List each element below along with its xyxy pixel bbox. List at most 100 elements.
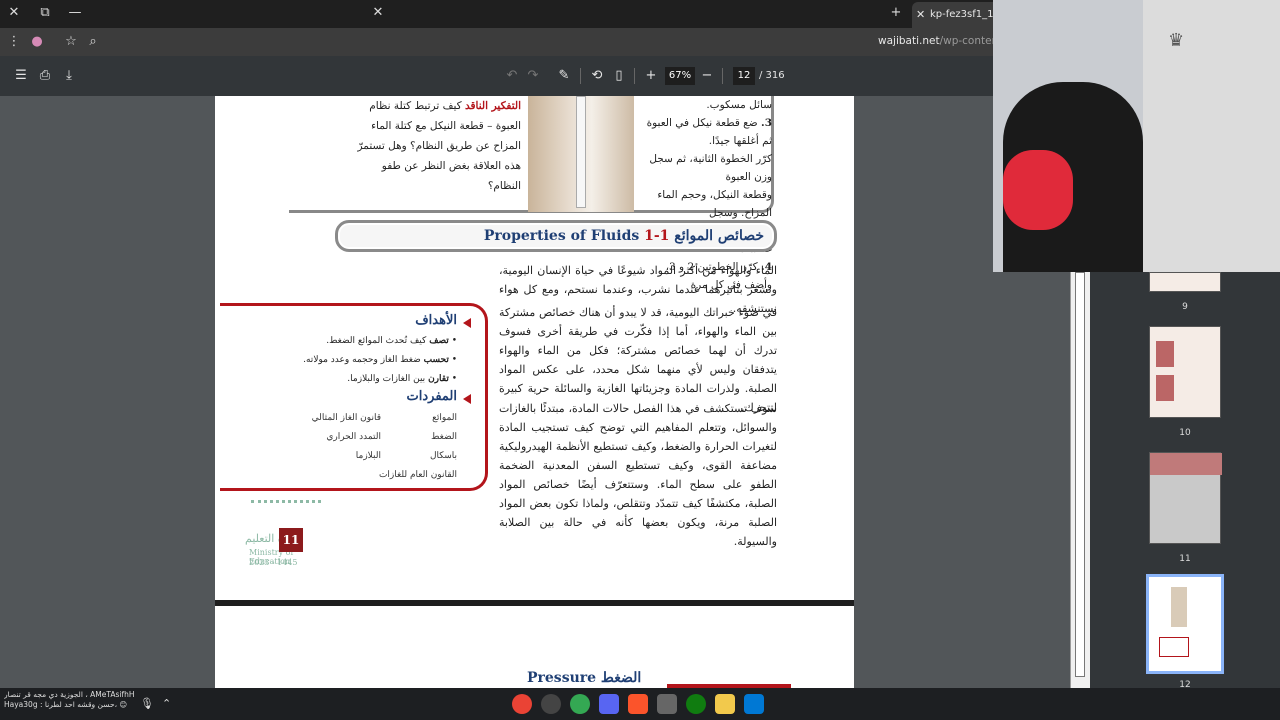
step-line: وقطعة النيكل، وحجم الماء المزاح. وسجل: [657, 189, 772, 219]
step-line: سائل مسكوب.: [706, 99, 772, 111]
tab-title: kp-fez3sf1_1_sku: [930, 9, 1002, 20]
page-number-badge: 11: [279, 528, 303, 552]
taskbar: الجوزية دي مجه قر تنصار ، AMeTAsifhH Hay…: [0, 688, 1280, 720]
thumbnail-page-10[interactable]: [1149, 326, 1221, 418]
restore-window-icon[interactable]: ⧉: [36, 5, 54, 20]
mouse-cursor: [813, 324, 819, 338]
vocab-term: الموائع: [432, 413, 457, 423]
next-heading-ar: الضغط: [600, 670, 642, 686]
objectives-marker-icon: [463, 318, 471, 328]
critical-thinking-label: التفكير الناقد: [464, 100, 521, 112]
experiment-box: التفكير الناقد كيف ترتبط كتلة نظام العبو…: [289, 96, 774, 291]
objective-item: • تحسب ضغط الغاز وحجمه وعدد مولاته.: [303, 355, 457, 365]
step-line: ضع قطعة نيكل في العبوة ثم أغلقها جيدًا.: [646, 117, 772, 147]
thumb-image: [1156, 341, 1174, 367]
scrollbar-thumb[interactable]: [1075, 272, 1085, 677]
zoom-out-icon[interactable]: −: [698, 68, 716, 83]
zoom-level[interactable]: 67%: [665, 67, 695, 85]
tab-pdf[interactable]: ✕ kp-fez3sf1_1_sku: [912, 2, 1002, 28]
section-title-ar: خصائص الموائع: [674, 228, 764, 244]
profile-icon[interactable]: ●: [28, 34, 46, 49]
microphone: [1003, 150, 1073, 230]
thumbnail-label: 9: [1182, 302, 1188, 312]
thumb-image: [1171, 587, 1187, 627]
discord-icon[interactable]: [599, 694, 619, 714]
toolbar-divider: [634, 68, 635, 84]
minimize-window-icon[interactable]: —: [66, 5, 84, 20]
print-icon[interactable]: ⎙: [36, 68, 54, 83]
ministry-year: 2023 - 1445: [249, 558, 298, 567]
section-title-en: Properties of Fluids: [483, 228, 640, 244]
settings-icon[interactable]: [541, 694, 561, 714]
objective-verb: تحسب: [423, 355, 449, 365]
mic-icon[interactable]: 🎙: [140, 697, 154, 710]
step-number: 3.: [761, 117, 772, 129]
toolbar-divider: [722, 68, 723, 84]
page-number-input[interactable]: 12: [733, 67, 755, 85]
objective-item: • تقارن بين الغازات والبلازما.: [347, 374, 457, 384]
close-icon[interactable]: ✕: [5, 5, 23, 20]
chair: [1143, 0, 1280, 272]
zoom-in-icon[interactable]: +: [642, 68, 660, 83]
chrome-icon[interactable]: [512, 694, 532, 714]
redo-icon[interactable]: ↷: [524, 68, 542, 83]
toolbar-divider: [580, 68, 581, 84]
new-tab-icon[interactable]: +: [887, 5, 905, 20]
critical-line: هذه العلاقة بغض النظر عن طفو: [381, 160, 521, 172]
section-title: Properties of Fluids خصائص الموائع 1-1: [484, 228, 764, 244]
store-icon[interactable]: [657, 694, 677, 714]
annotate-icon[interactable]: ✎: [555, 68, 573, 83]
screen: ✕ ⧉ — ✕ + ✕ kp-fez3sf1_1_sku ⋮ ● ☆ ⌕ waj…: [0, 0, 1280, 720]
windows-icon[interactable]: [744, 694, 764, 714]
ministry-logo-mark: [251, 500, 321, 518]
thumbnail-panel: 9 10 11 12: [1090, 272, 1280, 690]
zoom-search-icon[interactable]: ⌕: [84, 34, 102, 49]
thumbnail-page-12[interactable]: [1146, 574, 1224, 674]
close-window-icon[interactable]: ✕: [369, 5, 387, 20]
brave-icon[interactable]: [628, 694, 648, 714]
pdf-page-next: Pressure الضغط: [215, 606, 854, 688]
file-explorer-icon[interactable]: [715, 694, 735, 714]
critical-line: العبوة – قطعة النيكل مع كتلة الماء: [371, 120, 521, 132]
thumbnail-label: 10: [1179, 428, 1191, 438]
critical-thinking: التفكير الناقد كيف ترتبط كتلة نظام العبو…: [301, 96, 521, 196]
download-icon[interactable]: ⤓: [60, 68, 78, 83]
fit-page-icon[interactable]: ▯: [610, 68, 628, 83]
experiment-photo: [528, 96, 634, 212]
objective-text: كيف تُحدث الموائع الضغط.: [326, 336, 427, 346]
crown-icon: ♛: [1168, 30, 1185, 51]
tab-close-icon[interactable]: ✕: [916, 8, 925, 21]
url-host: wajibati.net: [878, 35, 940, 47]
bookmark-star-icon[interactable]: ☆: [62, 34, 80, 49]
graduated-cylinder: [576, 96, 586, 208]
vocabulary-heading: المفردات: [406, 389, 457, 404]
pdf-page: التفكير الناقد كيف ترتبط كتلة نظام العبو…: [215, 96, 854, 600]
objective-item: • تصف كيف تُحدث الموائع الضغط.: [326, 336, 457, 346]
thumbnail-page-9[interactable]: [1149, 272, 1221, 292]
objective-text: بين الغازات والبلازما.: [347, 374, 426, 384]
menu-dots-icon[interactable]: ⋮: [5, 34, 23, 49]
next-page-heading: Pressure الضغط: [527, 670, 641, 686]
undo-icon[interactable]: ↶: [503, 68, 521, 83]
objectives-heading: الأهداف: [415, 313, 457, 328]
sidebar-menu-icon[interactable]: ☰: [12, 68, 30, 83]
objectives-box: الأهداف • تصف كيف تُحدث الموائع الضغط. •…: [220, 303, 488, 491]
webcam-overlay: ♛: [993, 0, 1280, 272]
chrome-alt-icon[interactable]: [570, 694, 590, 714]
xbox-icon[interactable]: [686, 694, 706, 714]
thumb-box: [1159, 637, 1189, 657]
objective-verb: تقارن: [428, 374, 449, 384]
page-total: / 316: [759, 70, 785, 81]
objective-verb: تصف: [429, 336, 449, 346]
critical-line: النظام؟: [487, 180, 521, 192]
vocab-term: باسكال: [429, 451, 457, 461]
vocab-term: التمدد الحراري: [326, 432, 381, 442]
vocabulary-marker-icon: [463, 394, 471, 404]
rotate-icon[interactable]: ⟲: [588, 68, 606, 83]
critical-line: المزاح عن طريق النظام؟ وهل تستمرّ: [357, 140, 521, 152]
thumbnail-page-11[interactable]: [1149, 452, 1222, 544]
thumb-image: [1150, 453, 1222, 475]
chevron-up-icon[interactable]: ⌃: [162, 697, 171, 710]
section-heading: Properties of Fluids خصائص الموائع 1-1: [335, 220, 777, 252]
vocab-term: الضغط: [431, 432, 457, 442]
